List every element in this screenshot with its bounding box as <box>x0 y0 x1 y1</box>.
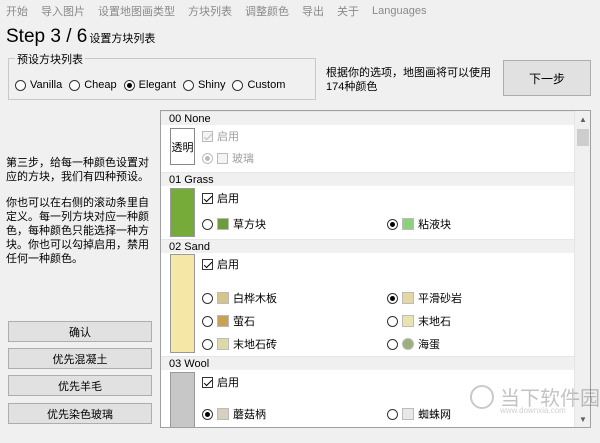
step-description-1: 第三步，给每一种颜色设置对应的方块，我们有四种预设。 <box>6 157 149 183</box>
radio-circle-icon <box>202 315 213 327</box>
menu-import-image[interactable]: 导入图片 <box>41 3 85 19</box>
grass-option-grass-block[interactable]: 草方块 <box>202 216 266 232</box>
scroll-down-arrow-icon[interactable]: ▼ <box>575 411 590 427</box>
block-list-panel[interactable]: 00 None 透明 启用 玻璃 01 Grass 启用 草方块 粘液块 02 … <box>160 110 591 428</box>
preset-vanilla-radio[interactable]: Vanilla <box>15 79 62 91</box>
block-header-grass: 01 Grass <box>161 172 575 186</box>
wool-color-swatch <box>170 372 195 427</box>
radio-selected-icon <box>202 152 213 164</box>
checkbox-checked-icon <box>202 130 213 142</box>
radio-circle-icon <box>202 292 213 304</box>
preset-custom-radio[interactable]: Custom <box>232 79 285 91</box>
menu-adjust-color[interactable]: 调整颜色 <box>245 3 289 19</box>
radio-circle-icon <box>232 79 244 91</box>
checkbox-checked-icon <box>202 192 213 204</box>
menu-bar: 开始 导入图片 设置地图画类型 方块列表 调整颜色 导出 关于 Language… <box>0 0 600 22</box>
radio-selected-icon <box>123 79 135 91</box>
block-list-scrollbar[interactable]: ▲ ▼ <box>574 111 590 427</box>
radio-selected-icon <box>387 292 398 304</box>
sand-option-end-stone[interactable]: 末地石 <box>387 313 451 329</box>
radio-circle-icon <box>202 338 213 350</box>
step-subtitle: 设置方块列表 <box>89 33 156 45</box>
menu-about[interactable]: 关于 <box>337 3 359 19</box>
menu-block-list[interactable]: 方块列表 <box>188 3 232 19</box>
preset-elegant-radio[interactable]: Elegant <box>123 79 176 91</box>
scroll-up-arrow-icon[interactable]: ▲ <box>575 111 590 127</box>
block-header-none: 00 None <box>161 111 575 125</box>
cobweb-texture-icon <box>402 408 414 420</box>
slime-block-texture-icon <box>402 218 414 230</box>
smooth-sandstone-texture-icon <box>402 292 414 304</box>
sand-option-end-stone-bricks[interactable]: 末地石砖 <box>202 336 277 352</box>
next-step-button[interactable]: 下一步 <box>503 60 591 96</box>
checkbox-checked-icon <box>202 258 213 270</box>
confirm-button[interactable]: 确认 <box>8 321 152 342</box>
color-count-info: 根据你的选项，地图画将可以使用174种颜色 <box>326 67 491 93</box>
preset-legend: 预设方块列表 <box>15 51 85 67</box>
radio-circle-icon <box>15 79 26 91</box>
sand-option-turtle-egg[interactable]: 海蛋 <box>387 336 440 352</box>
end-stone-texture-icon <box>402 315 414 327</box>
block-header-wool: 03 Wool <box>161 356 575 370</box>
preset-shiny-radio[interactable]: Shiny <box>182 79 225 91</box>
menu-export[interactable]: 导出 <box>302 3 324 19</box>
sand-option-glowstone[interactable]: 萤石 <box>202 313 255 329</box>
radio-selected-icon <box>387 218 398 230</box>
radio-circle-icon <box>387 338 398 350</box>
grass-option-slime-block[interactable]: 粘液块 <box>387 216 451 232</box>
prefer-wool-button[interactable]: 优先羊毛 <box>8 375 152 396</box>
sand-color-swatch <box>170 254 195 353</box>
checkbox-checked-icon <box>202 376 213 388</box>
glowstone-texture-icon <box>217 315 229 327</box>
scroll-thumb[interactable] <box>577 129 589 146</box>
sand-option-birch-planks[interactable]: 白桦木板 <box>202 290 277 306</box>
menu-start[interactable]: 开始 <box>6 3 28 19</box>
preset-groupbox: 预设方块列表 Vanilla Cheap Elegant Shiny Custo… <box>8 51 316 100</box>
wool-option-mushroom-stem[interactable]: 蘑菇柄 <box>202 406 266 422</box>
prefer-concrete-button[interactable]: 优先混凝土 <box>8 348 152 369</box>
radio-circle-icon <box>387 315 398 327</box>
menu-map-type[interactable]: 设置地图画类型 <box>98 3 175 19</box>
radio-circle-icon <box>182 79 194 91</box>
radio-circle-icon <box>202 218 213 230</box>
step-description-2: 你也可以在右侧的滚动条里自定义。每一列方块对应一种颜色，每种颜色只能选择一种方块… <box>6 197 149 265</box>
step-title: Step 3 / 6 设置方块列表 <box>6 26 155 48</box>
radio-circle-icon <box>69 79 81 91</box>
end-stone-bricks-texture-icon <box>217 338 229 350</box>
glass-texture-icon <box>217 152 228 164</box>
sand-enable-checkbox[interactable]: 启用 <box>202 256 239 272</box>
sand-option-smooth-sandstone[interactable]: 平滑砂岩 <box>387 290 462 306</box>
radio-selected-icon <box>202 408 213 420</box>
transparent-swatch: 透明 <box>170 128 195 165</box>
preset-cheap-radio[interactable]: Cheap <box>69 79 117 91</box>
none-glass-option: 玻璃 <box>202 150 254 166</box>
prefer-stained-glass-button[interactable]: 优先染色玻璃 <box>8 403 152 424</box>
radio-circle-icon <box>387 408 398 420</box>
wool-enable-checkbox[interactable]: 启用 <box>202 374 239 390</box>
grass-block-texture-icon <box>217 218 229 230</box>
none-enable-checkbox: 启用 <box>202 128 239 144</box>
grass-enable-checkbox[interactable]: 启用 <box>202 190 239 206</box>
step-number: Step 3 / 6 <box>6 26 88 47</box>
turtle-egg-texture-icon <box>402 338 414 350</box>
wool-option-cobweb[interactable]: 蜘蛛网 <box>387 406 451 422</box>
menu-languages[interactable]: Languages <box>372 5 426 17</box>
mushroom-stem-texture-icon <box>217 408 229 420</box>
birch-planks-texture-icon <box>217 292 229 304</box>
preset-radio-row: Vanilla Cheap Elegant Shiny Custom <box>15 79 292 91</box>
block-header-sand: 02 Sand <box>161 239 575 253</box>
grass-color-swatch <box>170 188 195 237</box>
